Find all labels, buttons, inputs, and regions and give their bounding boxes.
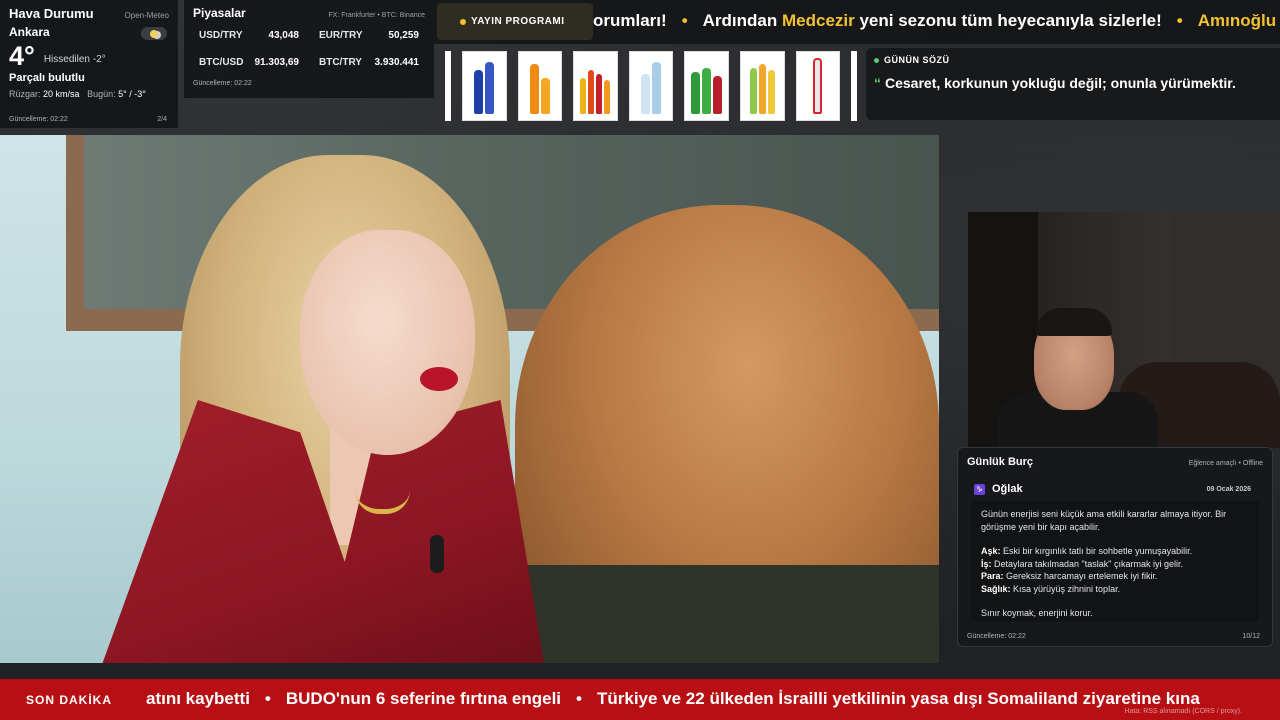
person-coat <box>520 565 939 663</box>
breaking-item: BUDO'nun 6 seferine fırtına engeli <box>285 689 562 708</box>
today-value: 5° / -3° <box>118 89 146 99</box>
market-value: 50,259 <box>388 30 419 41</box>
schedule-tag-label: YAYIN PROGRAMI <box>471 16 565 27</box>
market-usd-try: USD/TRY 43,048 <box>193 30 305 57</box>
streamer-hair <box>1036 308 1112 336</box>
water-bottles-product <box>628 51 674 121</box>
weather-temperature: 4° <box>9 41 35 71</box>
horoscope-updated: Güncelleme: 02:22 <box>967 633 1026 640</box>
weather-feels-like: Hissedilen -2° <box>43 53 106 65</box>
quote-mark-icon: “ <box>874 75 881 91</box>
weather-page: 2/4 <box>157 116 167 123</box>
ticker-separator: • <box>681 11 688 30</box>
horoscope-page: 10/12 <box>1242 633 1260 640</box>
today-label: Bugün: <box>87 89 116 99</box>
breaking-news-label: SON DAKİKA <box>0 679 138 720</box>
person-lips <box>420 367 458 391</box>
rss-error-note: Hata: RSS alınamadı (CORS / proxy). <box>1124 708 1242 715</box>
breaking-item: Türkiye ve 22 ülkeden İsrailli yetkilini… <box>596 689 1200 708</box>
market-value: 43,048 <box>268 30 299 41</box>
weather-updated: Güncelleme: 02:22 <box>9 116 68 123</box>
ticker-separator: • <box>1176 11 1183 30</box>
horoscope-money: Para: Gereksiz harcamayı ertelemek iyi f… <box>981 570 1249 583</box>
ticker-text: orumları! • Ardından Medcezir yeni sezonu … <box>593 11 1276 31</box>
market-label: BTC/TRY <box>319 57 362 68</box>
market-btc-try: BTC/TRY 3.930.441 <box>313 57 425 84</box>
red-bottle-product <box>795 51 841 121</box>
horoscope-sign: Oğlak <box>992 483 1023 495</box>
breaking-separator: • <box>576 689 582 708</box>
orange-soda-product <box>517 51 563 121</box>
quote-title: GÜNÜN SÖZÜ <box>884 55 950 65</box>
horoscope-widget: Günlük Burç Eğlence amaçlı • Offline ♑ O… <box>957 447 1273 647</box>
money-text: Gereksiz harcamayı ertelemek iyi fikir. <box>1003 571 1158 581</box>
wind-value: 20 km/sa <box>43 89 80 99</box>
markets-widget: Piyasalar FX: Frankfurter • BTC: Binance… <box>184 0 434 98</box>
weather-title: Hava Durumu <box>9 6 94 21</box>
webcam-feed[interactable] <box>968 212 1280 448</box>
love-label: Aşk: <box>981 546 1001 556</box>
quote-text: Cesaret, korkunun yokluğu değil; onunla … <box>885 75 1236 91</box>
weather-widget: Hava Durumu Open-Meteo Ankara 4° Hissedi… <box>0 0 178 128</box>
ticker-highlight: Amınoğlu <box>1197 11 1277 30</box>
ticker-segment: yeni sezonu tüm heyecanıyla sizlerle! <box>854 11 1162 30</box>
product-edge <box>445 51 451 121</box>
horoscope-body: Günün enerjisi seni küçük ama etkili kar… <box>971 501 1259 622</box>
green-soda-product <box>684 51 729 121</box>
capricorn-icon: ♑ <box>974 483 985 495</box>
breaking-news-bar: SON DAKİKA atını kaybetti • BUDO'nun 6 sef… <box>0 679 1280 720</box>
market-label: USD/TRY <box>199 30 243 41</box>
work-label: İş: <box>981 558 992 569</box>
partly-cloudy-icon <box>141 27 167 40</box>
status-dot-icon <box>874 57 879 63</box>
health-text: Kısa yürüyüş zihnini toplar. <box>1010 583 1121 594</box>
lavalier-mic-icon <box>430 535 444 573</box>
blue-bottles-product <box>461 51 507 121</box>
horoscope-health: Sağlık: Kısa yürüyüş zihnini toplar. <box>981 583 1249 596</box>
market-value: 91.303,69 <box>254 57 300 68</box>
ticker-segment: orumları! <box>593 11 667 30</box>
mixed-soda-product <box>573 51 618 121</box>
ticker-highlight: Medcezir <box>781 11 855 30</box>
breaking-item: atını kaybetti <box>146 689 250 708</box>
work-text: Detaylara takılmadan "taslak" çıkarmak i… <box>991 558 1183 569</box>
markets-source: FX: Frankfurter • BTC: Binance <box>328 12 425 19</box>
product-strip <box>445 48 858 124</box>
ticker-segment: Ardından <box>702 11 782 30</box>
product-edge <box>851 51 858 121</box>
horoscope-intro: Günün enerjisi seni küçük ama etkili kar… <box>981 509 1227 532</box>
status-dot-icon <box>460 19 466 25</box>
quote-widget: GÜNÜN SÖZÜ “Cesaret, korkunun yokluğu de… <box>866 48 1280 120</box>
schedule-tag: YAYIN PROGRAMI <box>437 3 593 40</box>
horoscope-status: Eğlence amaçlı • Offline <box>1188 460 1263 467</box>
weather-details: Rüzgar: 20 km/sa Bugün: 5° / -3° <box>9 89 169 99</box>
top-ticker: YAYIN PROGRAMI orumları! • Ardından Medcez… <box>434 0 1280 44</box>
breaking-separator: • <box>264 689 271 708</box>
person-face <box>300 230 475 455</box>
horoscope-date: 09 Ocak 2026 <box>1206 485 1251 493</box>
weather-source: Open-Meteo <box>124 11 169 20</box>
market-value: 3.930.441 <box>374 57 420 68</box>
breaking-news-text: atını kaybetti • BUDO'nun 6 seferine fırtı… <box>146 689 1200 709</box>
market-eur-try: EUR/TRY 50,259 <box>313 30 425 57</box>
weather-condition: Parçalı bulutlu <box>9 72 85 84</box>
money-label: Para: <box>981 571 1004 581</box>
main-video[interactable] <box>0 135 939 663</box>
fruit-soda-product <box>739 51 785 121</box>
horoscope-work: İş: Detaylara takılmadan "taslak" çıkarm… <box>981 558 1249 571</box>
health-label: Sağlık: <box>981 583 1011 594</box>
horoscope-love: Aşk: Eski bir kırgınlık tatlı bir sohbet… <box>981 545 1249 558</box>
wind-label: Rüzgar: <box>9 89 41 99</box>
markets-title: Piyasalar <box>193 6 246 20</box>
horoscope-closing: Sınır koymak, enerjini korur. <box>981 608 1093 618</box>
market-label: EUR/TRY <box>319 30 363 41</box>
love-text: Eski bir kırgınlık tatlı bir sohbetle yu… <box>1000 546 1193 556</box>
horoscope-title: Günlük Burç <box>967 456 1034 468</box>
